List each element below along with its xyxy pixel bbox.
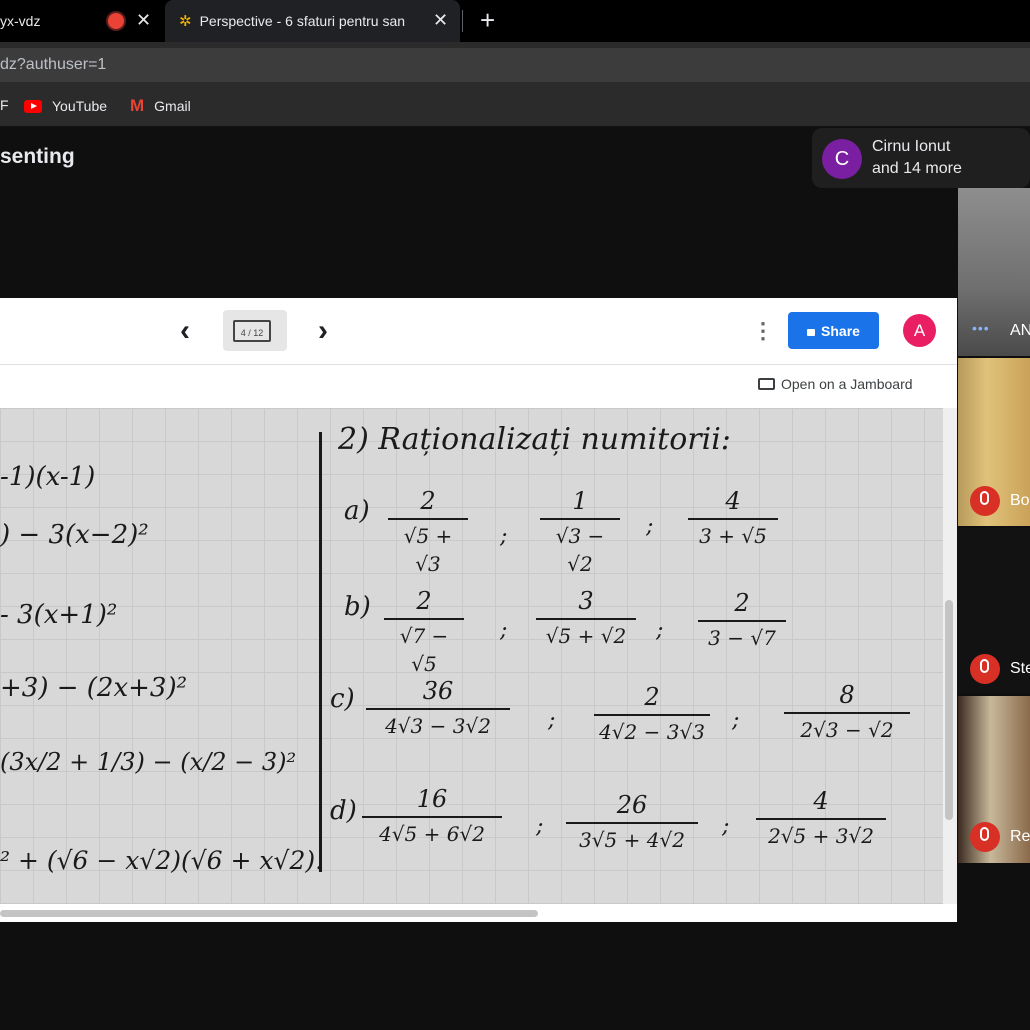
- bookmark-youtube[interactable]: YouTube: [24, 86, 107, 126]
- exercise-heading: 2) Raționalizați numitorii:: [338, 422, 731, 457]
- participant-tile[interactable]: Re: [958, 696, 1030, 863]
- lock-icon: [807, 329, 816, 336]
- row-label-b: b): [344, 592, 371, 622]
- separator: ;: [732, 708, 740, 733]
- separator: ;: [646, 514, 654, 539]
- left-expression-6: ² + (√6 − x√2)(√6 + x√2).: [0, 846, 324, 875]
- close-tab-icon[interactable]: ✕: [433, 10, 448, 31]
- vertical-scrollbar[interactable]: [945, 600, 953, 820]
- new-tab-button[interactable]: +: [480, 5, 495, 36]
- tab-title: Perspective - 6 sfaturi pentru san: [199, 13, 406, 29]
- fraction: 2 √5 + √3: [388, 486, 468, 578]
- tab-divider: [462, 10, 463, 32]
- bookmark-label: YouTube: [52, 98, 108, 114]
- tile-name: AN: [1010, 322, 1030, 339]
- avatar: C: [822, 139, 862, 179]
- fraction: 8 2√3 − √2: [784, 680, 910, 744]
- more-options-icon[interactable]: •••: [972, 320, 990, 336]
- tile-name: Ste: [1010, 660, 1030, 677]
- tab-title: yx-vdz: [0, 13, 41, 29]
- left-expression-5: (3x/2 + 1/3) − (x/2 − 3)²: [0, 748, 297, 776]
- bookmark-truncated[interactable]: F: [0, 86, 9, 126]
- left-expression-1: -1)(x-1): [0, 462, 96, 492]
- more-menu-icon[interactable]: ⋮: [752, 318, 774, 344]
- row-label-d: d): [330, 796, 357, 826]
- participant-tile[interactable]: Ste: [958, 528, 1030, 694]
- fraction: 2 √7 − √5: [384, 586, 464, 678]
- open-jamboard-label: Open on a Jamboard: [781, 376, 913, 392]
- row-label-a: a): [344, 496, 370, 526]
- share-button[interactable]: Share: [788, 312, 879, 349]
- prev-frame-button[interactable]: ‹: [180, 314, 190, 348]
- address-bar[interactable]: dz?authuser=1: [0, 48, 1030, 82]
- left-expression-3: - 3(x+1)²: [0, 600, 118, 630]
- participant-tile[interactable]: Bo: [958, 358, 1030, 526]
- present-icon: [758, 378, 775, 390]
- close-tab-icon[interactable]: ✕: [136, 10, 151, 31]
- fraction: 2 4√2 − 3√3: [594, 682, 710, 746]
- tab-perspective[interactable]: ✲ Perspective - 6 sfaturi pentru san ✕: [165, 0, 460, 42]
- presenting-label: senting: [0, 145, 75, 168]
- next-frame-button[interactable]: ›: [318, 314, 328, 348]
- separator: ;: [500, 618, 508, 643]
- frame-counter: 4 / 12: [233, 320, 271, 342]
- left-expression-4: +3) − (2x+3)²: [0, 673, 188, 703]
- gmail-icon: M: [130, 96, 145, 115]
- tile-name: Bo: [1010, 492, 1030, 509]
- open-jamboard-link[interactable]: Open on a Jamboard: [758, 376, 913, 392]
- separator: ;: [536, 814, 544, 839]
- fraction: 26 3√5 + 4√2: [566, 790, 698, 854]
- fraction: 23 − √7: [698, 588, 786, 652]
- share-label: Share: [821, 322, 860, 339]
- participant-tile[interactable]: ••• AN: [958, 188, 1030, 356]
- tile-name: Re: [1010, 828, 1030, 845]
- fraction: 36 4√3 − 3√2: [366, 676, 510, 740]
- recording-icon: [108, 13, 124, 29]
- avatar[interactable]: A: [903, 314, 936, 347]
- column-divider: [319, 432, 322, 872]
- participant-more: and 14 more: [872, 160, 962, 177]
- horizontal-scrollbar[interactable]: [0, 910, 538, 917]
- fraction: 43 + √5: [688, 486, 778, 550]
- bookmark-label: Gmail: [154, 98, 191, 114]
- separator: ;: [500, 524, 508, 549]
- fraction: 16 4√5 + 6√2: [362, 784, 502, 848]
- fraction: 4 2√5 + 3√2: [756, 786, 886, 850]
- separator: ;: [656, 618, 664, 643]
- left-expression-2: ) − 3(x−2)²: [0, 520, 149, 550]
- fraction: 1 √3 − √2: [540, 486, 620, 578]
- row-label-c: c): [330, 684, 355, 714]
- bookmark-gmail[interactable]: M Gmail: [130, 86, 191, 126]
- separator: ;: [548, 708, 556, 733]
- fraction: 3 √5 + √2: [536, 586, 636, 650]
- participant-name: Cirnu Ionut: [872, 138, 951, 155]
- perspective-favicon-icon: ✲: [179, 13, 192, 30]
- youtube-icon: [24, 99, 42, 113]
- separator: ;: [722, 814, 730, 839]
- tab-meet[interactable]: yx-vdz ✕: [0, 0, 163, 42]
- url-text: dz?authuser=1: [0, 56, 107, 73]
